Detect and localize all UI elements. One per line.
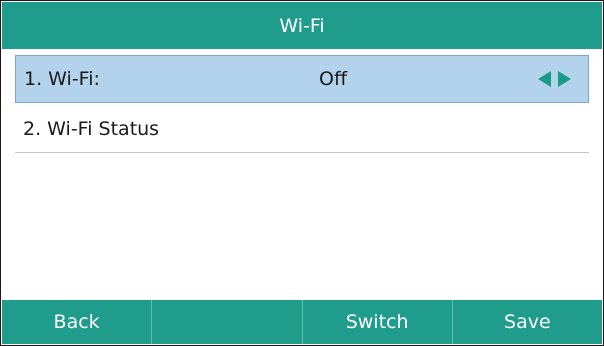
switch-softkey[interactable]: Switch (301, 300, 452, 344)
page-title: Wi-Fi (279, 14, 325, 37)
empty-softkey[interactable] (151, 300, 301, 344)
wifi-value: Off (319, 68, 348, 90)
menu-item-label: 1. Wi-Fi: (24, 68, 100, 90)
menu-item-wifi[interactable]: 1. Wi-Fi: Off (15, 55, 589, 103)
menu-item-wifi-status[interactable]: 2. Wi-Fi Status (15, 105, 589, 153)
back-softkey[interactable]: Back (2, 300, 151, 344)
menu-list: 1. Wi-Fi: Off 2. Wi-Fi Status (2, 49, 602, 299)
softkey-bar: Back Switch Save (2, 300, 602, 344)
value-switcher[interactable] (538, 71, 571, 87)
save-softkey[interactable]: Save (451, 300, 602, 344)
menu-item-label: 2. Wi-Fi Status (23, 117, 160, 140)
phone-screen: Wi-Fi 1. Wi-Fi: Off 2. Wi-Fi Status Back… (0, 0, 604, 346)
title-bar: Wi-Fi (2, 2, 602, 49)
arrow-left-icon[interactable] (538, 71, 551, 87)
arrow-right-icon[interactable] (558, 71, 571, 87)
